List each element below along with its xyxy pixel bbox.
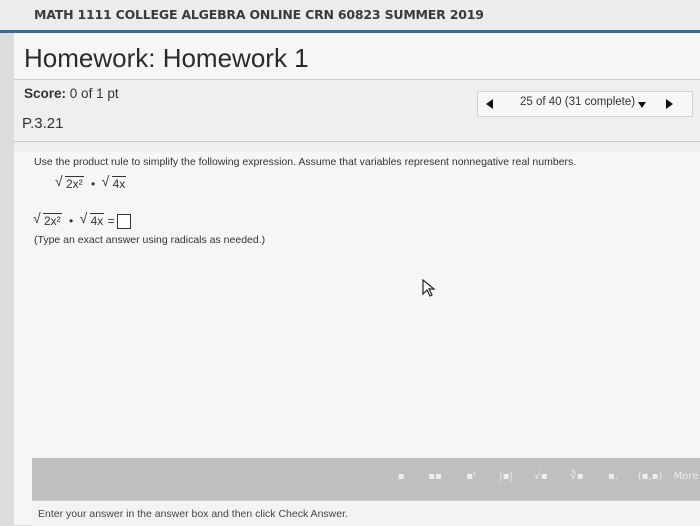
radicand-1: 2x² (65, 176, 84, 191)
score-label: Score: (24, 86, 67, 101)
square-root-tool-button[interactable]: √▪ (530, 468, 552, 486)
answer-radical-2: 4x (80, 210, 105, 228)
question-navigator: 25 of 40 (31 complete) (477, 91, 693, 117)
score-value: 0 of 1 pt (69, 86, 119, 101)
problem-id: P.3.21 (22, 115, 64, 132)
more-tools-button[interactable]: More (672, 468, 700, 486)
answer-multiply-dot: • (69, 214, 74, 228)
mixed-number-tool-button[interactable]: ▪▪ (424, 468, 446, 486)
expression: 2x² • 4x (55, 173, 127, 191)
absolute-value-tool-button[interactable]: |▪| (495, 468, 517, 486)
decimal-tool-button[interactable]: ▪. (602, 468, 624, 486)
problem-instructions: Use the product rule to simplify the fol… (34, 156, 577, 168)
answer-line: 2x² • 4x = (33, 210, 131, 230)
radicand-2: 4x (111, 176, 127, 191)
question-status-dropdown[interactable]: 25 of 40 (31 complete) (520, 96, 635, 108)
score: Score: 0 of 1 pt (24, 86, 119, 101)
radical-2: 4x (102, 173, 127, 191)
next-question-button[interactable] (666, 96, 680, 110)
previous-question-button[interactable] (486, 96, 500, 110)
course-title: MATH 1111 COLLEGE ALGEBRA ONLINE CRN 608… (34, 7, 484, 22)
footer-message: Enter your answer in the answer box and … (38, 508, 348, 520)
math-toolbar: ▪ ▪▪ ▪' |▪| √▪ ∛▪ ▪. (▪,▪) More (32, 458, 700, 500)
fraction-tool-button[interactable]: ▪ (390, 468, 412, 486)
answer-input[interactable] (116, 214, 131, 230)
homework-page: Homework: Homework 1 Score: 0 of 1 pt 25… (14, 33, 700, 526)
triangle-left-icon (486, 99, 493, 109)
answer-hint: (Type an exact answer using radicals as … (34, 234, 266, 246)
triangle-down-icon[interactable] (638, 102, 646, 108)
status-strip: Enter your answer in the answer box and … (32, 500, 700, 526)
equals-sign: = (107, 214, 115, 228)
answer-radicand-2: 4x (89, 213, 105, 228)
ordered-pair-tool-button[interactable]: (▪,▪) (634, 468, 666, 486)
answer-radical-1: 2x² (33, 210, 62, 228)
homework-title: Homework: Homework 1 (24, 43, 309, 73)
answer-radicand-1: 2x² (43, 213, 62, 228)
multiply-dot: • (91, 177, 96, 191)
divider (14, 141, 700, 142)
radical-1: 2x² (55, 173, 84, 191)
exponent-tool-button[interactable]: ▪' (460, 468, 482, 486)
course-header: MATH 1111 COLLEGE ALGEBRA ONLINE CRN 608… (0, 0, 700, 33)
triangle-right-icon (666, 99, 673, 109)
mouse-cursor-icon (422, 278, 436, 297)
nth-root-tool-button[interactable]: ∛▪ (566, 468, 588, 486)
